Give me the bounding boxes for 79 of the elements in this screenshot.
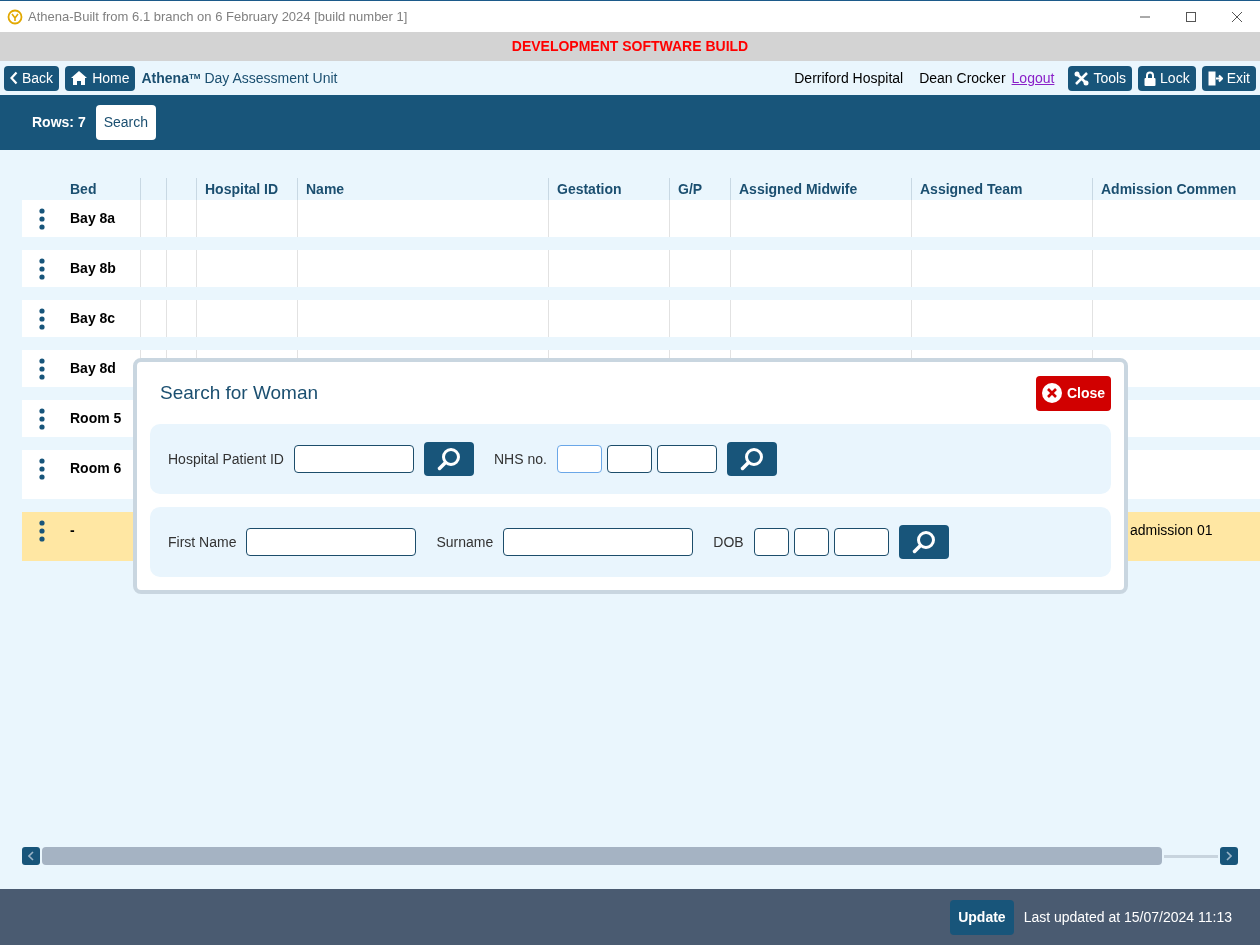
column-header: G/P	[678, 179, 703, 199]
search-tab-button[interactable]: Search	[95, 105, 157, 140]
scroll-right-button[interactable]	[1220, 847, 1238, 865]
column-header: Gestation	[557, 179, 622, 199]
app-title: Athena$^{TM}$ Day Assessment Unit	[141, 68, 338, 88]
search-button[interactable]	[423, 442, 474, 476]
search-button[interactable]	[898, 525, 949, 559]
lock-button[interactable]: Lock	[1138, 65, 1196, 91]
hospital-name: Derriford Hospital	[794, 68, 904, 88]
column-header: Assigned Midwife	[739, 179, 858, 199]
search-icon	[738, 446, 765, 472]
more-vertical-icon[interactable]	[39, 257, 45, 280]
update-button[interactable]: Update	[950, 899, 1014, 935]
field-label: Surname	[436, 532, 494, 552]
input-field[interactable]	[793, 528, 829, 556]
search-icon	[435, 446, 462, 472]
tools-button[interactable]: Tools	[1068, 65, 1133, 91]
home-icon	[71, 71, 88, 85]
maximize-icon	[1186, 11, 1196, 22]
input-field[interactable]	[606, 445, 652, 473]
close-circle-icon	[1041, 383, 1062, 403]
home-button[interactable]: Home	[65, 65, 136, 91]
chevron-left-icon	[28, 851, 34, 861]
bed-cell-text: Bay 8d	[70, 359, 116, 378]
bed-cell-text: Bay 8a	[70, 209, 116, 228]
comment-cell-text: admission 01	[1129, 521, 1213, 540]
input-field[interactable]	[293, 445, 414, 473]
column-header: Assigned Team	[920, 179, 1023, 199]
user-name: Dean Crocker	[919, 68, 1006, 88]
column-header: Bed	[70, 179, 97, 199]
more-vertical-icon[interactable]	[39, 407, 45, 430]
chevron-left-icon	[10, 71, 18, 85]
more-vertical-icon[interactable]	[39, 207, 45, 230]
chevron-right-icon	[1226, 851, 1232, 861]
more-vertical-icon[interactable]	[39, 307, 45, 330]
app-logo-icon	[7, 8, 23, 25]
minimize-icon	[1140, 15, 1150, 18]
logout-link[interactable]: Logout	[1011, 67, 1055, 89]
field-label: First Name	[168, 532, 237, 552]
table-row[interactable]: Bay 8b	[22, 250, 1260, 287]
bed-cell-text: Bay 8c	[70, 309, 116, 328]
bed-cell-text: Room 6	[70, 459, 122, 478]
window-title: Athena-Built from 6.1 branch on 6 February 2024 [build number 1]	[28, 7, 408, 26]
last-updated-text: Last updated at 15/07/2024 11:13	[1023, 907, 1232, 927]
search-button[interactable]	[726, 442, 777, 476]
wrench-screwdriver-icon	[1074, 70, 1090, 86]
close-icon	[1232, 11, 1242, 22]
input-field[interactable]	[833, 528, 889, 556]
row-count: Rows: 7	[32, 113, 86, 132]
search-icon	[910, 529, 937, 555]
close-dialog-button[interactable]: Close	[1035, 375, 1111, 411]
bed-cell-text: Room 5	[70, 409, 122, 428]
column-header: Admission Commen	[1101, 179, 1237, 199]
column-header: Hospital ID	[205, 179, 279, 199]
scrollbar-track	[1164, 854, 1218, 858]
input-field[interactable]	[753, 528, 789, 556]
exit-icon	[1207, 70, 1223, 86]
field-label: DOB	[713, 532, 744, 552]
scrollbar-thumb[interactable]	[42, 847, 1162, 865]
bed-cell-text: Bay 8b	[70, 259, 116, 278]
scroll-left-button[interactable]	[22, 847, 40, 865]
table-row[interactable]: Bay 8a	[22, 200, 1260, 237]
exit-button[interactable]: Exit	[1201, 65, 1256, 91]
dialog-title: Search for Woman	[160, 380, 319, 405]
more-vertical-icon[interactable]	[39, 519, 45, 542]
field-label: NHS no.	[493, 449, 547, 469]
column-header: Name	[306, 179, 345, 199]
lock-icon	[1144, 70, 1157, 86]
bed-cell-text: -	[70, 521, 75, 540]
more-vertical-icon[interactable]	[39, 357, 45, 380]
field-label: Hospital Patient ID	[168, 449, 284, 469]
input-field[interactable]	[656, 445, 717, 473]
table-row[interactable]: Bay 8c	[22, 300, 1260, 337]
banner-text: DEVELOPMENT SOFTWARE BUILD	[511, 37, 749, 56]
back-button[interactable]: Back	[4, 65, 60, 91]
more-vertical-icon[interactable]	[39, 457, 45, 480]
input-field[interactable]	[246, 528, 417, 556]
input-field[interactable]	[556, 445, 602, 473]
input-field[interactable]	[503, 528, 694, 556]
